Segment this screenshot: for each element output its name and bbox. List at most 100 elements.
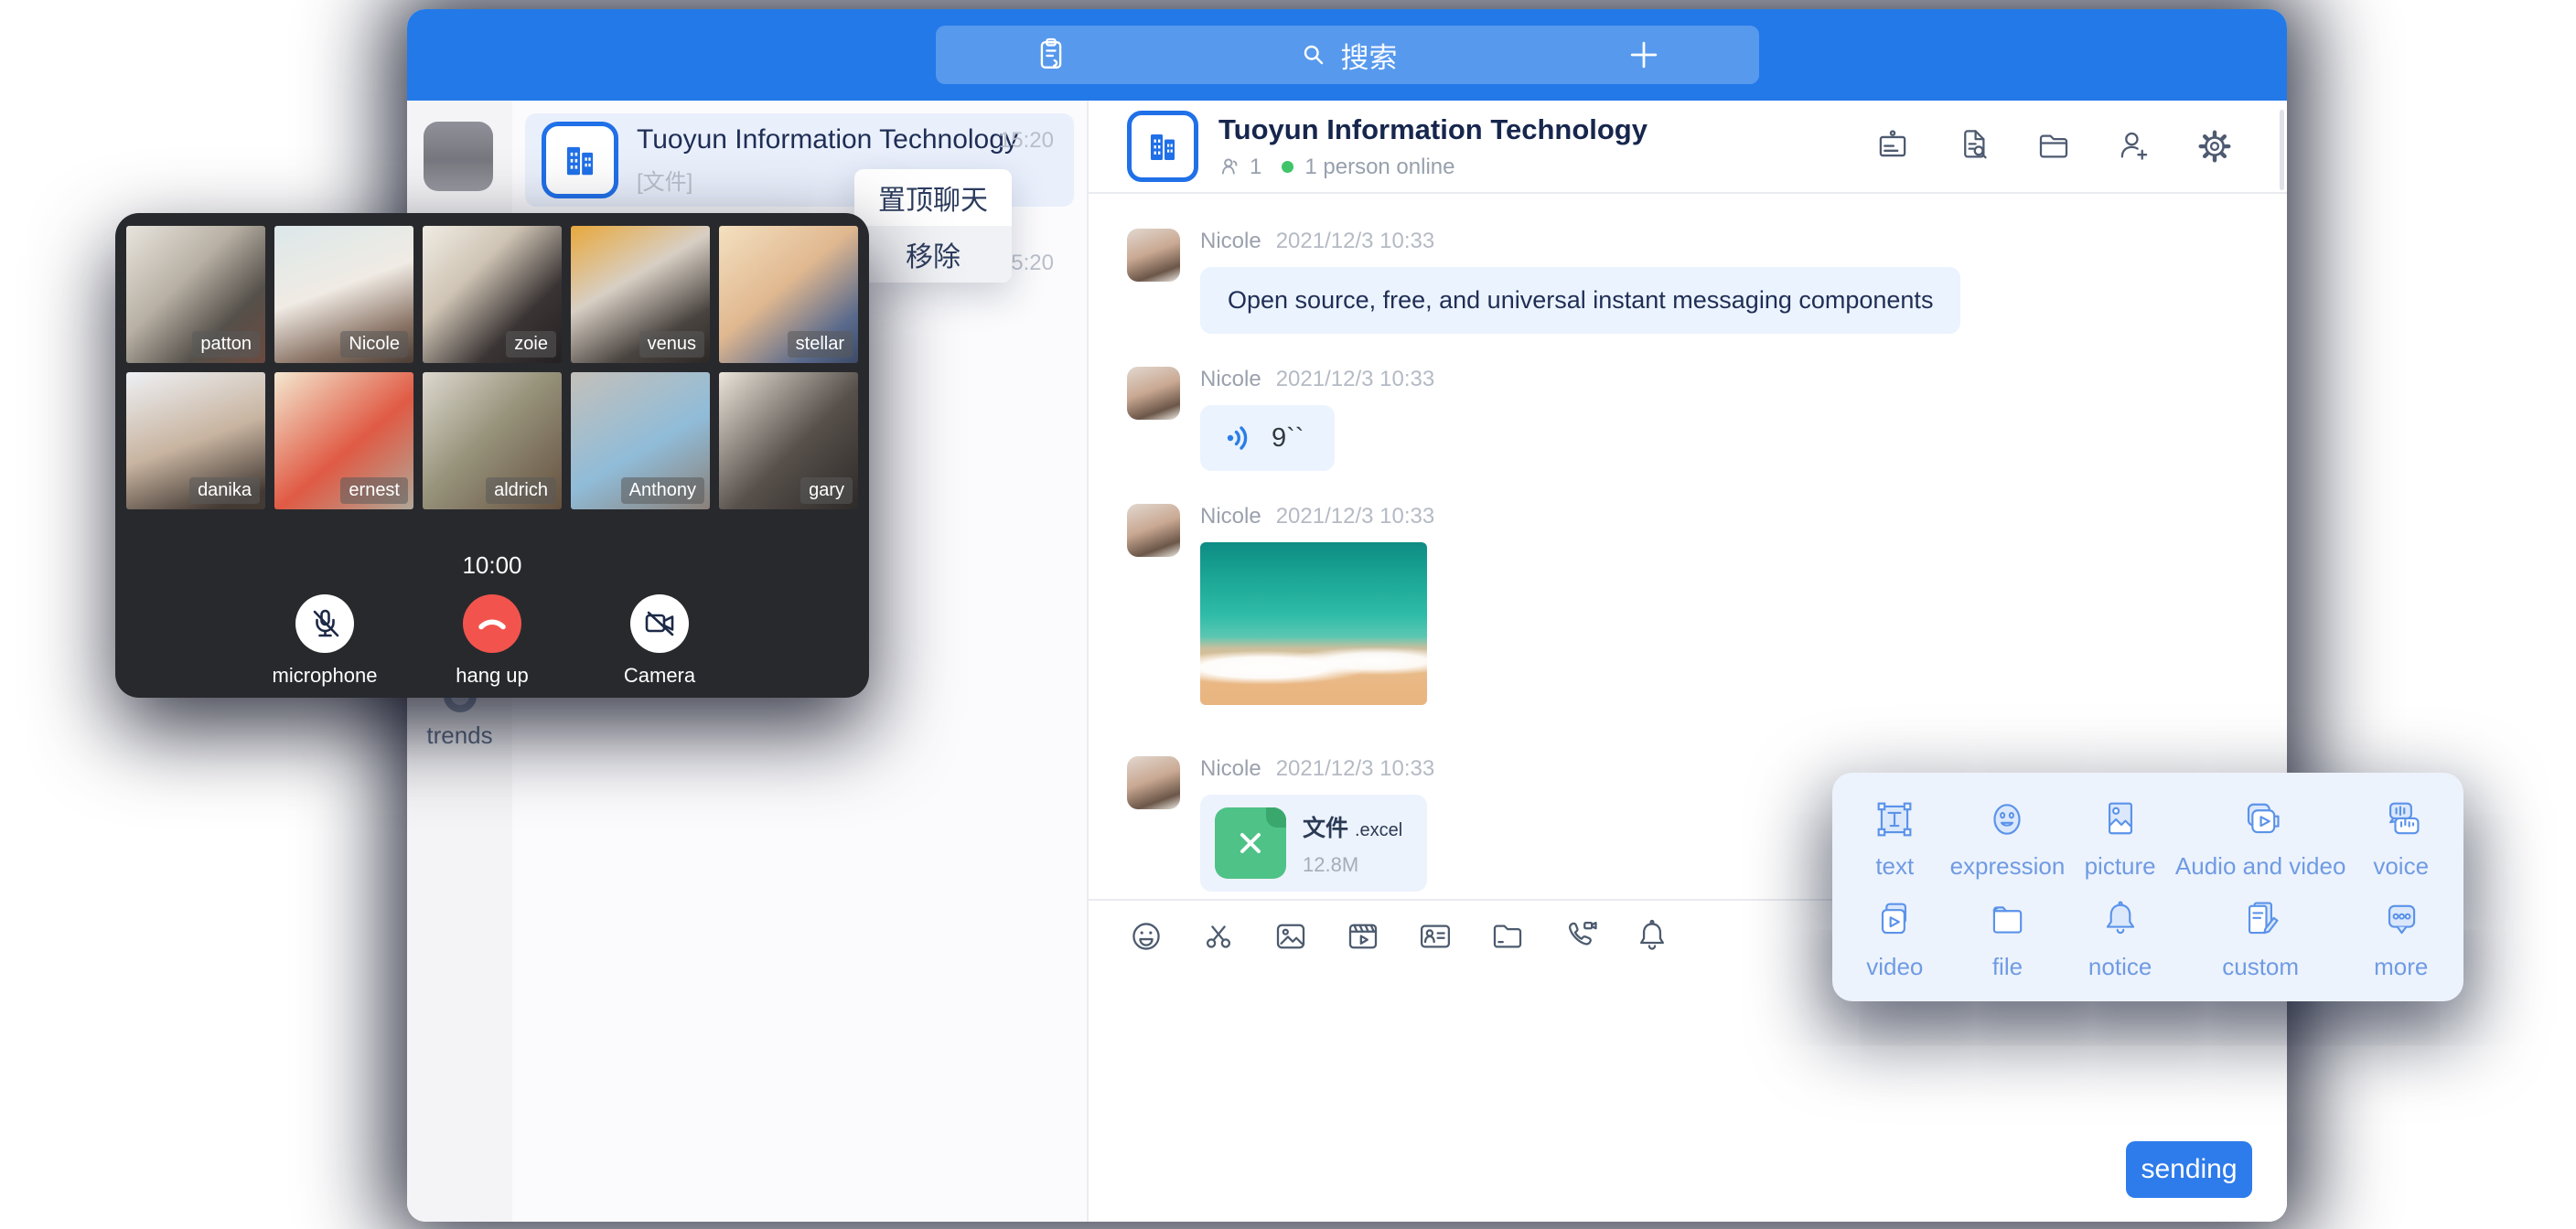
participant-name: venus [639, 331, 704, 358]
message-time: 2021/12/3 10:33 [1276, 504, 1435, 529]
participant-tile: ernest [274, 372, 413, 509]
add-member-icon[interactable] [2115, 127, 2153, 166]
participant-tile: venus [571, 226, 710, 363]
file-attachment[interactable]: 文件 .excel 12.8M [1200, 795, 1427, 892]
image-icon[interactable] [1272, 917, 1310, 956]
participant-tile: danika [126, 372, 265, 509]
voice-duration: 9`` [1272, 423, 1304, 454]
user-avatar[interactable] [424, 122, 493, 191]
screenshot-scissors-icon[interactable] [1199, 917, 1238, 956]
message-voice: Nicole 2021/12/3 10:33 9` [1127, 367, 2287, 471]
sound-wave-icon [1224, 422, 1257, 454]
file-extension: .excel [1355, 820, 1402, 840]
custom-message-icon [2237, 896, 2284, 944]
search-bar[interactable]: 搜索 [936, 26, 1759, 84]
hangup-icon[interactable] [463, 594, 521, 653]
sender-avatar[interactable] [1127, 756, 1180, 809]
excel-file-icon [1215, 807, 1286, 879]
participant-name: aldrich [486, 477, 556, 504]
mic-muted-icon[interactable] [295, 594, 354, 653]
camera-label: Camera [624, 664, 695, 688]
participant-name: zoie [506, 331, 556, 358]
notice-bell-icon [2097, 896, 2144, 944]
menu-item-pin-chat[interactable]: 置顶聊天 [854, 169, 1012, 226]
emoji-icon[interactable] [1127, 917, 1165, 956]
group-call-window: patton Nicole zoie venus stellar danika … [115, 213, 869, 698]
hangup-control[interactable]: hang up [433, 594, 552, 688]
participant-name: ernest [340, 477, 408, 504]
popup-item-video[interactable]: video [1840, 888, 1950, 989]
participant-tile: gary [719, 372, 858, 509]
chat-header: Tuoyun Information Technology 1 1 person… [1089, 101, 2287, 194]
participant-tile: Anthony [571, 372, 710, 509]
participant-name: patton [192, 331, 260, 358]
message-time: 2021/12/3 10:33 [1276, 367, 1435, 392]
file-folder-icon [1983, 896, 2031, 944]
popup-item-file[interactable]: file [1950, 888, 2066, 989]
add-button[interactable] [1624, 35, 1664, 75]
search-placeholder[interactable]: 搜索 [1341, 35, 1398, 76]
message-type-popup: text expression picture [1832, 773, 2463, 1001]
participant-name: Anthony [621, 477, 704, 504]
popup-item-expression[interactable]: expression [1950, 787, 2066, 888]
participant-tile: aldrich [423, 372, 562, 509]
microphone-label: microphone [273, 664, 378, 688]
popup-item-more[interactable]: more [2345, 888, 2456, 989]
contact-card-icon[interactable] [1416, 917, 1454, 956]
video-call-icon[interactable] [1561, 917, 1599, 956]
popup-item-custom[interactable]: custom [2175, 888, 2345, 989]
scrollbar-thumb[interactable] [2280, 110, 2284, 190]
participant-tile: zoie [423, 226, 562, 363]
popup-item-text[interactable]: text [1840, 787, 1950, 888]
participant-name: stellar [788, 331, 853, 358]
sender-avatar[interactable] [1127, 504, 1180, 557]
video-clip-icon[interactable] [1344, 917, 1382, 956]
sender-avatar[interactable] [1127, 229, 1180, 282]
participant-grid: patton Nicole zoie venus stellar danika … [126, 226, 858, 509]
sender-name: Nicole [1200, 229, 1261, 254]
microphone-control[interactable]: microphone [265, 594, 384, 688]
chat-history-search-icon[interactable] [1954, 127, 1992, 166]
online-dot [1282, 161, 1293, 173]
folder-icon[interactable] [1488, 917, 1527, 956]
participant-name: danika [189, 477, 260, 504]
order-list-icon[interactable] [1031, 35, 1071, 75]
group-avatar-icon [1127, 111, 1198, 182]
text-bubble[interactable]: Open source, free, and universal instant… [1200, 267, 1960, 334]
settings-gear-icon[interactable] [2195, 127, 2234, 166]
message-input-area[interactable]: sending [1089, 972, 2287, 1222]
popup-item-notice[interactable]: notice [2065, 888, 2175, 989]
popup-item-voice[interactable]: voice [2345, 787, 2456, 888]
popup-item-audio-video[interactable]: Audio and video [2175, 787, 2345, 888]
message-time: 2021/12/3 10:33 [1276, 756, 1435, 782]
camera-control[interactable]: Camera [600, 594, 719, 688]
chat-title: Tuoyun Information Technology [1218, 113, 1648, 146]
video-message-icon [1871, 896, 1918, 944]
picture-icon [2097, 796, 2144, 843]
notification-bell-icon[interactable] [1633, 917, 1671, 956]
message-image: Nicole 2021/12/3 10:33 [1127, 504, 2287, 705]
group-avatar-icon [542, 122, 618, 198]
online-status: 1 person online [1304, 155, 1454, 180]
participant-name: Nicole [340, 331, 408, 358]
members-icon [1218, 155, 1242, 179]
text-tool-icon [1871, 796, 1918, 843]
top-bar: 搜索 [407, 9, 2287, 101]
sender-name: Nicole [1200, 756, 1261, 782]
message-time: 2021/12/3 10:33 [1276, 229, 1435, 254]
announcement-icon[interactable] [1873, 127, 1912, 166]
participant-name: gary [800, 477, 853, 504]
file-name: 文件 [1303, 816, 1348, 841]
send-button[interactable]: sending [2126, 1141, 2252, 1198]
voice-bubble[interactable]: 9`` [1200, 405, 1335, 471]
participant-tile: patton [126, 226, 265, 363]
file-size: 12.8M [1303, 853, 1402, 877]
menu-item-remove[interactable]: 移除 [854, 226, 1012, 283]
camera-muted-icon[interactable] [630, 594, 689, 653]
files-icon[interactable] [2034, 127, 2073, 166]
member-count: 1 [1250, 155, 1261, 180]
sender-avatar[interactable] [1127, 367, 1180, 420]
image-attachment-beach[interactable] [1200, 542, 1427, 705]
popup-item-picture[interactable]: picture [2065, 787, 2175, 888]
sender-name: Nicole [1200, 367, 1261, 392]
